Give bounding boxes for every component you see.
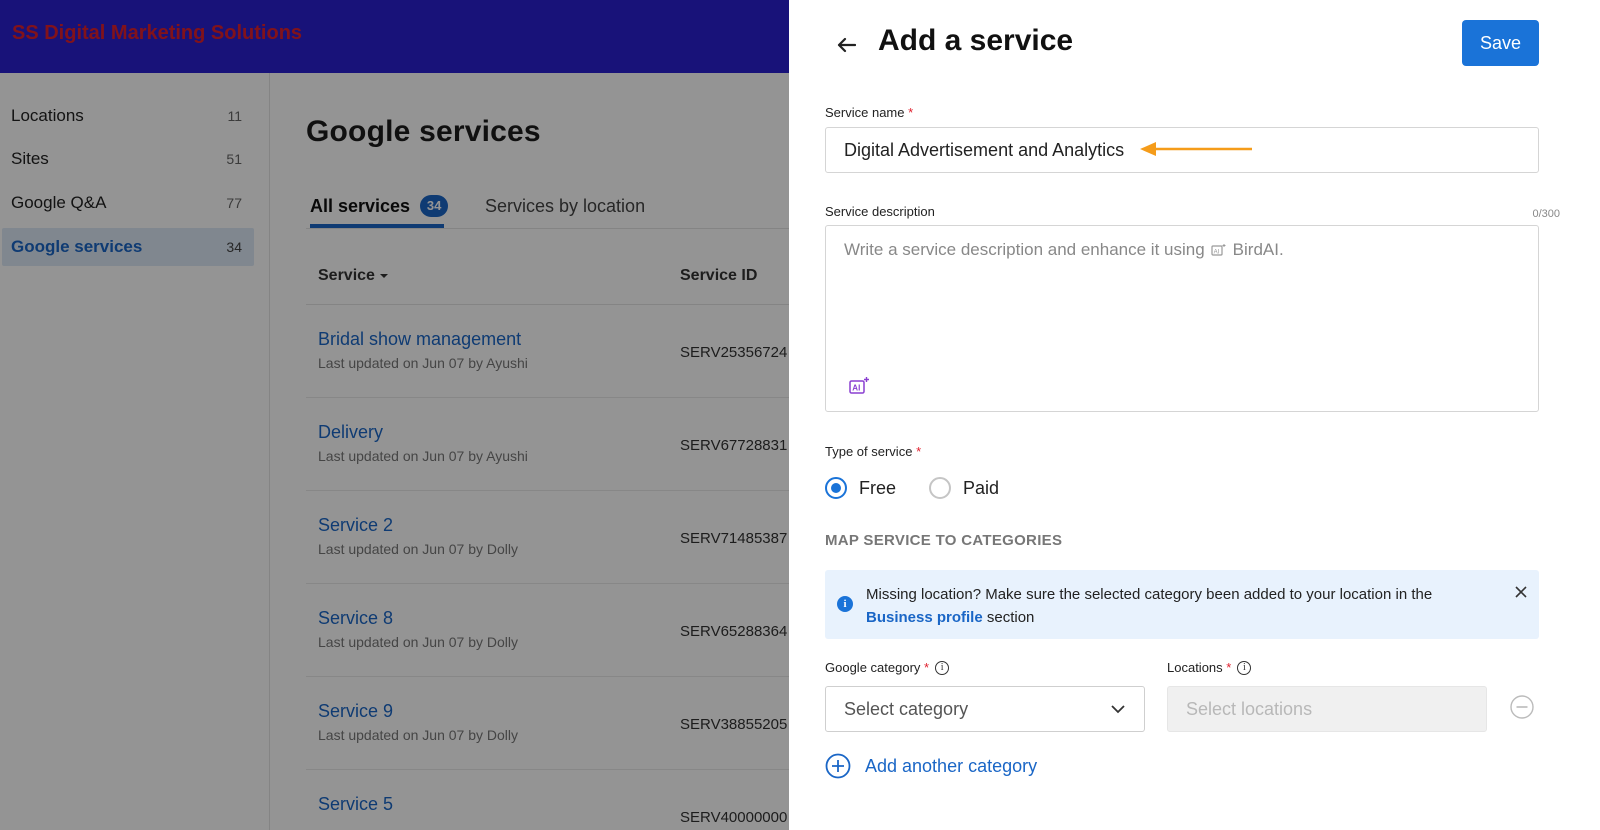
drawer-title: Add a service <box>878 24 1074 57</box>
label-text: Locations <box>1167 660 1223 675</box>
annotation-arrow-icon <box>1140 142 1252 156</box>
service-name-label: Service name * <box>825 105 913 120</box>
character-counter: 0/300 <box>1532 208 1560 220</box>
radio-button[interactable] <box>929 477 951 499</box>
ai-sparkle-icon: AI <box>1211 244 1226 256</box>
locations-label: Locations * i <box>1167 660 1252 675</box>
label-text: Google category <box>825 660 921 675</box>
placeholder-text: Write a service description and enhance … <box>844 240 1205 259</box>
svg-text:AI: AI <box>852 384 860 393</box>
placeholder-text: BirdAI. <box>1232 240 1284 259</box>
svg-text:AI: AI <box>1213 249 1219 255</box>
type-of-service-label: Type of service * <box>825 444 921 459</box>
radio-paid[interactable]: Paid <box>929 477 999 499</box>
section-heading: MAP SERVICE TO CATEGORIES <box>825 532 1063 549</box>
banner-text: Missing location? Make sure the selected… <box>866 586 1433 603</box>
ai-assist-icon[interactable]: AI <box>848 376 870 396</box>
required-mark: * <box>916 444 922 459</box>
plus-circle-icon <box>825 753 851 779</box>
required-mark: * <box>1226 660 1232 675</box>
google-category-select[interactable]: Select category <box>825 686 1145 732</box>
add-another-category-button[interactable]: Add another category <box>825 753 1037 779</box>
radio-button-selected[interactable] <box>825 477 847 499</box>
description-placeholder: Write a service description and enhance … <box>844 240 1284 260</box>
select-placeholder: Select locations <box>1186 698 1313 719</box>
remove-circle-icon[interactable] <box>1510 695 1534 719</box>
select-placeholder: Select category <box>844 698 969 719</box>
info-banner: i Missing location? Make sure the select… <box>825 570 1539 639</box>
add-service-drawer: Add a service Save Service name * Digita… <box>789 0 1600 830</box>
service-description-textarea[interactable]: Write a service description and enhance … <box>825 225 1539 412</box>
info-banner-text: Missing location? Make sure the selected… <box>866 583 1486 629</box>
business-profile-link[interactable]: Business profile <box>866 609 983 626</box>
save-button[interactable]: Save <box>1462 20 1539 66</box>
radio-label: Paid <box>963 477 1000 498</box>
modal-backdrop[interactable] <box>0 0 789 830</box>
required-mark: * <box>924 660 930 675</box>
banner-text: section <box>986 609 1035 626</box>
service-description-label: Service description <box>825 204 935 219</box>
radio-label: Free <box>859 477 897 498</box>
arrow-left-icon <box>837 37 856 53</box>
close-icon[interactable] <box>1513 584 1529 600</box>
required-mark: * <box>908 105 914 120</box>
info-tooltip-icon[interactable]: i <box>1237 660 1252 675</box>
service-name-value: Digital Advertisement and Analytics <box>844 139 1125 160</box>
info-icon: i <box>837 596 853 612</box>
google-category-label: Google category * i <box>825 660 950 675</box>
label-text: Type of service <box>825 444 913 459</box>
back-button[interactable] <box>833 32 859 58</box>
locations-select[interactable]: Select locations <box>1167 686 1487 732</box>
radio-free[interactable]: Free <box>825 477 896 499</box>
add-category-label: Add another category <box>865 755 1038 776</box>
label-text: Service name <box>825 105 905 120</box>
info-tooltip-icon[interactable]: i <box>935 660 950 675</box>
chevron-down-icon <box>1111 705 1125 714</box>
